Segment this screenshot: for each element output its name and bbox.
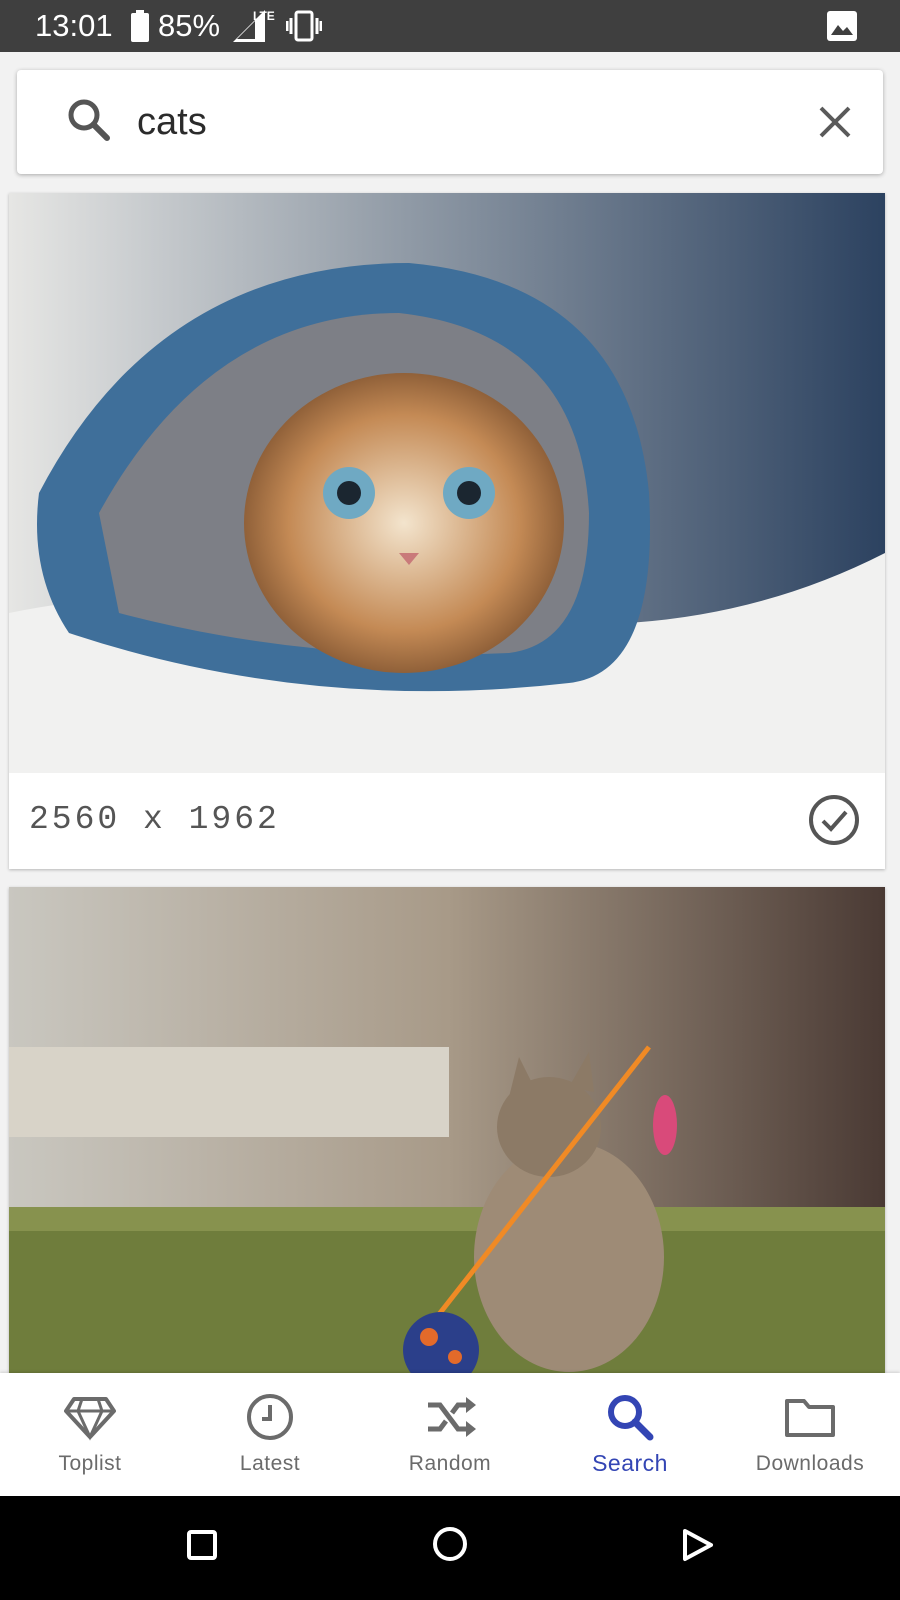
nav-item-random[interactable]: Random: [360, 1373, 540, 1496]
diamond-icon: [64, 1397, 116, 1441]
nav-label-random: Random: [408, 1452, 492, 1475]
search-icon: [65, 96, 113, 149]
battery-icon: [131, 10, 149, 47]
system-navigation-bar: [0, 1496, 900, 1600]
close-icon: [819, 106, 851, 138]
wallpaper-card[interactable]: [9, 887, 885, 1373]
search-bar: [17, 70, 883, 174]
wallpaper-card[interactable]: 2560 x 1962: [9, 193, 885, 869]
folder-icon: [785, 1399, 835, 1437]
status-bar: 13:01 85% LTE: [0, 0, 900, 52]
nav-label-toplist: Toplist: [58, 1452, 122, 1475]
search-icon: [608, 1395, 654, 1441]
status-time: 13:01: [35, 8, 113, 43]
shuffle-icon: [428, 1397, 476, 1437]
clear-search-button[interactable]: [803, 90, 867, 154]
recent-apps-icon[interactable]: [186, 1529, 218, 1566]
bottom-navigation: Toplist Latest Random Search Downloads: [0, 1373, 900, 1496]
nav-item-latest[interactable]: Latest: [180, 1373, 360, 1496]
kitten-playing-image[interactable]: [9, 887, 885, 1373]
search-input[interactable]: [137, 94, 777, 150]
resolution-label: 2560 x 1962: [29, 801, 280, 838]
clock-icon: [247, 1394, 293, 1440]
nav-item-downloads[interactable]: Downloads: [720, 1373, 900, 1496]
network-type-label: LTE: [253, 9, 275, 23]
nav-item-toplist[interactable]: Toplist: [0, 1373, 180, 1496]
nav-label-search: Search: [592, 1450, 668, 1476]
nav-label-latest: Latest: [239, 1452, 301, 1475]
home-icon[interactable]: [432, 1526, 468, 1567]
picture-icon: [827, 11, 857, 46]
nav-item-search[interactable]: Search: [540, 1373, 720, 1496]
back-icon[interactable]: [682, 1528, 714, 1567]
battery-percent: 85%: [158, 8, 221, 43]
kitten-in-jeans-image[interactable]: [9, 193, 885, 773]
card-footer: 2560 x 1962: [9, 773, 885, 869]
vibrate-icon: [285, 10, 323, 47]
nav-label-downloads: Downloads: [755, 1452, 865, 1475]
check-circle-icon[interactable]: [807, 793, 861, 852]
